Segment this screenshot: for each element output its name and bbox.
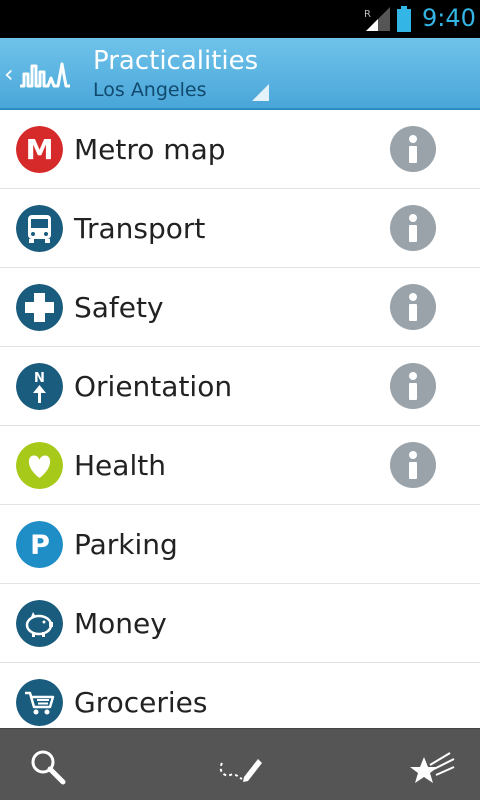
info-button[interactable] (390, 363, 436, 409)
page-title: Practicalities (93, 46, 259, 76)
heart-icon (16, 442, 63, 489)
cross-icon (16, 284, 63, 331)
roaming-indicator: R (364, 9, 371, 20)
action-bar: ‹ Practicalities Los Angeles (0, 38, 480, 110)
list-item-label: Metro map (74, 133, 226, 166)
info-icon (409, 293, 417, 321)
list-item-metro-map[interactable]: M Metro map (0, 110, 480, 189)
list-item-label: Groceries (74, 686, 208, 719)
parking-letter: P (30, 530, 50, 561)
list-item-transport[interactable]: Transport (0, 189, 480, 268)
metro-icon: M (16, 126, 63, 173)
city-skyline-logo-icon (20, 62, 70, 88)
location-spinner[interactable]: Practicalities Los Angeles (93, 44, 273, 106)
bottom-toolbar (0, 728, 480, 800)
city-subtitle: Los Angeles (93, 79, 207, 101)
practicalities-list: M Metro map Transport Safety N Orientati… (0, 110, 480, 728)
list-item-label: Orientation (74, 370, 233, 403)
north-letter: N (34, 371, 45, 386)
search-tab[interactable] (0, 729, 160, 800)
list-item-label: Money (74, 607, 167, 640)
info-icon (409, 372, 417, 400)
spinner-triangle-icon (252, 84, 269, 101)
shopping-cart-icon (16, 679, 63, 726)
list-item-groceries[interactable]: Groceries (0, 663, 480, 728)
info-icon (409, 135, 417, 163)
info-icon (409, 214, 417, 242)
metro-letter: M (26, 133, 54, 166)
bus-icon (16, 205, 63, 252)
info-button[interactable] (390, 284, 436, 330)
battery-icon (397, 6, 411, 32)
list-item-safety[interactable]: Safety (0, 268, 480, 347)
list-item-label: Parking (74, 528, 178, 561)
itinerary-tab[interactable] (160, 729, 320, 800)
pencil-route-icon (219, 759, 262, 782)
list-item-label: Health (74, 449, 166, 482)
clock: 9:40 (422, 4, 476, 32)
info-button[interactable] (390, 205, 436, 251)
search-icon (31, 750, 66, 785)
status-bar: R 9:40 (0, 0, 480, 38)
info-button[interactable] (390, 442, 436, 488)
parking-icon: P (16, 521, 63, 568)
star-favorites-icon (410, 752, 455, 783)
favorites-tab[interactable] (320, 729, 480, 800)
chevron-left-icon: ‹ (4, 60, 14, 88)
list-item-label: Transport (74, 212, 206, 245)
piggy-bank-icon (16, 600, 63, 647)
list-item-label: Safety (74, 291, 164, 324)
list-item-orientation[interactable]: N Orientation (0, 347, 480, 426)
list-item-parking[interactable]: P Parking (0, 505, 480, 584)
info-icon (409, 451, 417, 479)
north-arrow-icon: N (16, 363, 63, 410)
info-button[interactable] (390, 126, 436, 172)
list-item-money[interactable]: Money (0, 584, 480, 663)
up-button[interactable]: ‹ (0, 38, 82, 110)
signal-strength-icon: R (364, 7, 390, 31)
list-item-health[interactable]: Health (0, 426, 480, 505)
